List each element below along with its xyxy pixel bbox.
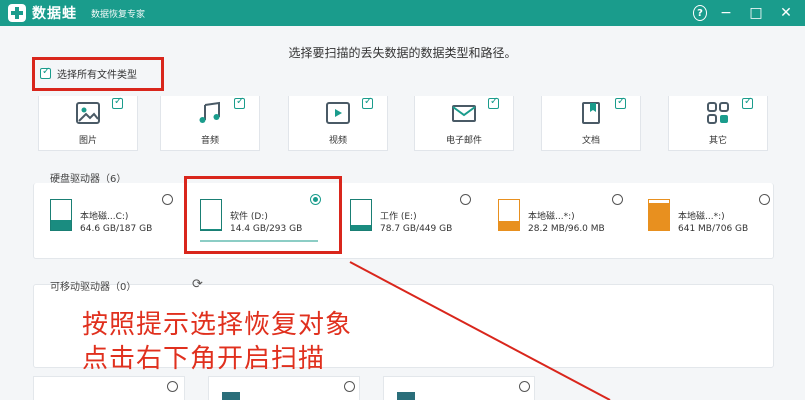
document-icon — [582, 102, 600, 124]
drive-name: 工作 (E:) — [380, 212, 417, 222]
minimize-icon[interactable]: − — [715, 3, 737, 23]
app-subtitle: 数据恢复专家 — [91, 9, 146, 20]
drive-local-5-radio[interactable] — [759, 194, 770, 205]
type-card-video[interactable]: 视频 — [288, 96, 388, 151]
type-checkbox[interactable] — [112, 96, 123, 109]
drive-size: 28.2 MB/96.0 MB — [528, 224, 605, 234]
drive-icon — [350, 199, 372, 231]
bottom-card-2-radio[interactable] — [344, 381, 355, 392]
close-icon[interactable]: ✕ — [775, 3, 797, 23]
drive-d[interactable]: 软件 (D:) 14.4 GB/293 GB — [200, 195, 325, 245]
drive-e[interactable]: 工作 (E:) 78.7 GB/449 GB — [350, 195, 475, 245]
type-label: 文档 — [581, 136, 600, 146]
type-checkbox[interactable] — [234, 96, 245, 109]
app-logo: 数据蛙 — [8, 3, 77, 23]
video-icon — [326, 102, 350, 124]
window-controls: ? − □ ✕ — [677, 3, 797, 23]
refresh-icon[interactable]: ⟳ — [192, 277, 203, 292]
type-label: 视频 — [328, 136, 347, 146]
type-label: 音频 — [200, 136, 219, 146]
select-all-label: 选择所有文件类型 — [57, 70, 137, 81]
drive-d-radio[interactable] — [310, 194, 321, 205]
title-bar: 数据蛙 数据恢复专家 ? − □ ✕ — [0, 0, 805, 26]
drive-name: 本地磁...C:) — [80, 212, 129, 222]
logo-cross-icon — [8, 4, 26, 22]
drive-icon — [50, 199, 72, 231]
bottom-card-1[interactable] — [33, 376, 185, 400]
other-icon — [707, 102, 729, 124]
image-icon — [76, 102, 100, 124]
hard-drives-title: 硬盘驱动器（6） — [50, 174, 127, 185]
select-all-checkbox[interactable]: 选择所有文件类型 — [40, 66, 137, 81]
drive-name: 软件 (D:) — [230, 212, 268, 222]
instruction-text: 选择要扫描的丢失数据的数据类型和路径。 — [288, 46, 517, 60]
drive-e-radio[interactable] — [460, 194, 471, 205]
drive-icon — [648, 199, 670, 231]
type-label: 其它 — [708, 136, 727, 146]
bottom-card-3-icon — [397, 392, 415, 400]
app-name: 数据蛙 — [32, 6, 77, 22]
removable-title: 可移动驱动器（0） — [50, 282, 137, 293]
checkbox-icon[interactable] — [40, 66, 51, 79]
type-label: 电子邮件 — [445, 136, 482, 146]
type-card-email[interactable]: 电子邮件 — [414, 96, 514, 151]
type-card-image[interactable]: 图片 — [38, 96, 138, 151]
type-checkbox[interactable] — [362, 96, 373, 109]
type-label: 图片 — [78, 136, 97, 146]
type-card-other[interactable]: 其它 — [668, 96, 768, 151]
drive-size: 64.6 GB/187 GB — [80, 224, 153, 234]
drive-icon — [200, 199, 222, 231]
type-card-audio[interactable]: 音频 — [160, 96, 260, 151]
drive-c-radio[interactable] — [162, 194, 173, 205]
drive-local-4[interactable]: 本地磁...*:) 28.2 MB/96.0 MB — [498, 195, 623, 245]
bottom-card-1-radio[interactable] — [167, 381, 178, 392]
drive-c[interactable]: 本地磁...C:) 64.6 GB/187 GB — [50, 195, 170, 245]
bottom-card-2-icon — [222, 392, 240, 400]
type-checkbox[interactable] — [488, 96, 499, 109]
type-checkbox[interactable] — [742, 96, 753, 109]
drive-name: 本地磁...*:) — [678, 212, 725, 222]
help-icon[interactable]: ? — [693, 5, 707, 21]
annotation-line-2: 点击右下角开启扫描 — [82, 344, 326, 374]
audio-icon — [199, 101, 220, 123]
drive-icon — [498, 199, 520, 231]
type-card-document[interactable]: 文档 — [541, 96, 641, 151]
drive-size: 78.7 GB/449 GB — [380, 224, 453, 234]
email-icon — [452, 105, 476, 122]
type-checkbox[interactable] — [615, 96, 626, 109]
annotation-line-1: 按照提示选择恢复对象 — [82, 310, 353, 340]
drive-local-4-radio[interactable] — [612, 194, 623, 205]
drive-d-usage-bar — [200, 240, 318, 242]
drive-local-5[interactable]: 本地磁...*:) 641 MB/706 GB — [648, 195, 773, 245]
drive-size: 641 MB/706 GB — [678, 224, 749, 234]
bottom-card-3-radio[interactable] — [519, 381, 530, 392]
maximize-icon[interactable]: □ — [745, 3, 767, 23]
drive-size: 14.4 GB/293 GB — [230, 224, 303, 234]
drive-name: 本地磁...*:) — [528, 212, 575, 222]
